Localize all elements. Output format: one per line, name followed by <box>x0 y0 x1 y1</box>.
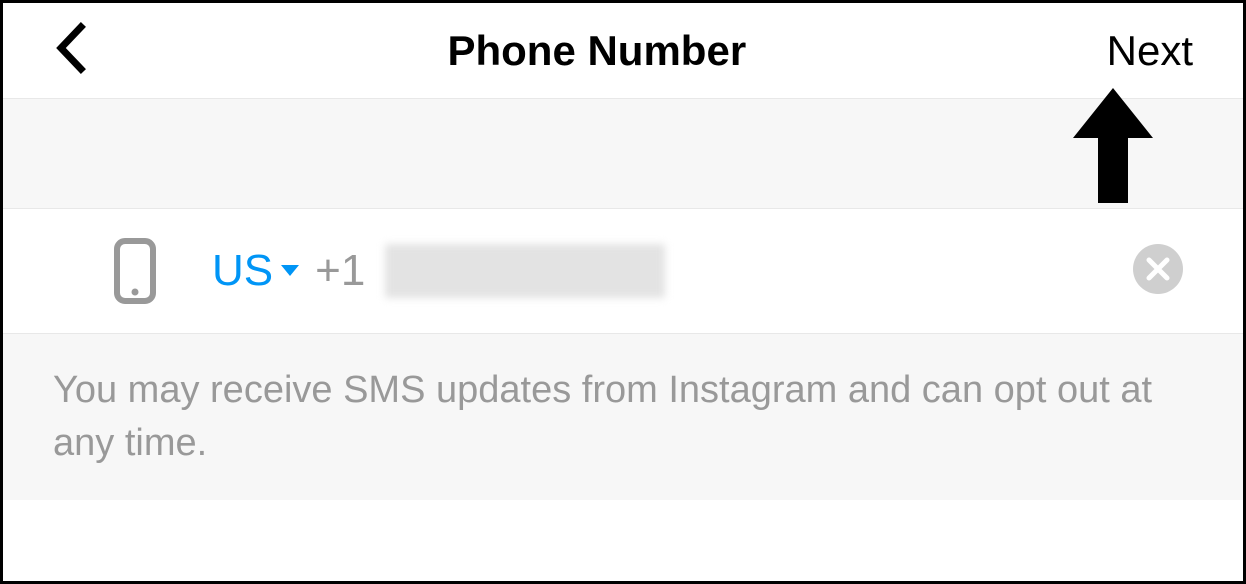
page-title: Phone Number <box>87 27 1107 75</box>
caret-down-icon <box>279 263 301 279</box>
spacer <box>3 99 1243 209</box>
country-selector[interactable]: US <box>212 246 301 296</box>
country-code-label: US <box>212 246 273 296</box>
dial-code: +1 <box>315 246 365 296</box>
header: Phone Number Next <box>3 3 1243 99</box>
chevron-left-icon <box>53 21 87 80</box>
back-button[interactable] <box>53 21 87 80</box>
clear-icon <box>1133 244 1183 299</box>
helper-text: You may receive SMS updates from Instagr… <box>3 334 1243 500</box>
phone-input-row: US +1 <box>3 209 1243 334</box>
phone-icon <box>113 237 157 305</box>
clear-button[interactable] <box>1133 244 1183 299</box>
phone-number-input[interactable] <box>385 244 665 298</box>
next-button[interactable]: Next <box>1107 27 1193 75</box>
